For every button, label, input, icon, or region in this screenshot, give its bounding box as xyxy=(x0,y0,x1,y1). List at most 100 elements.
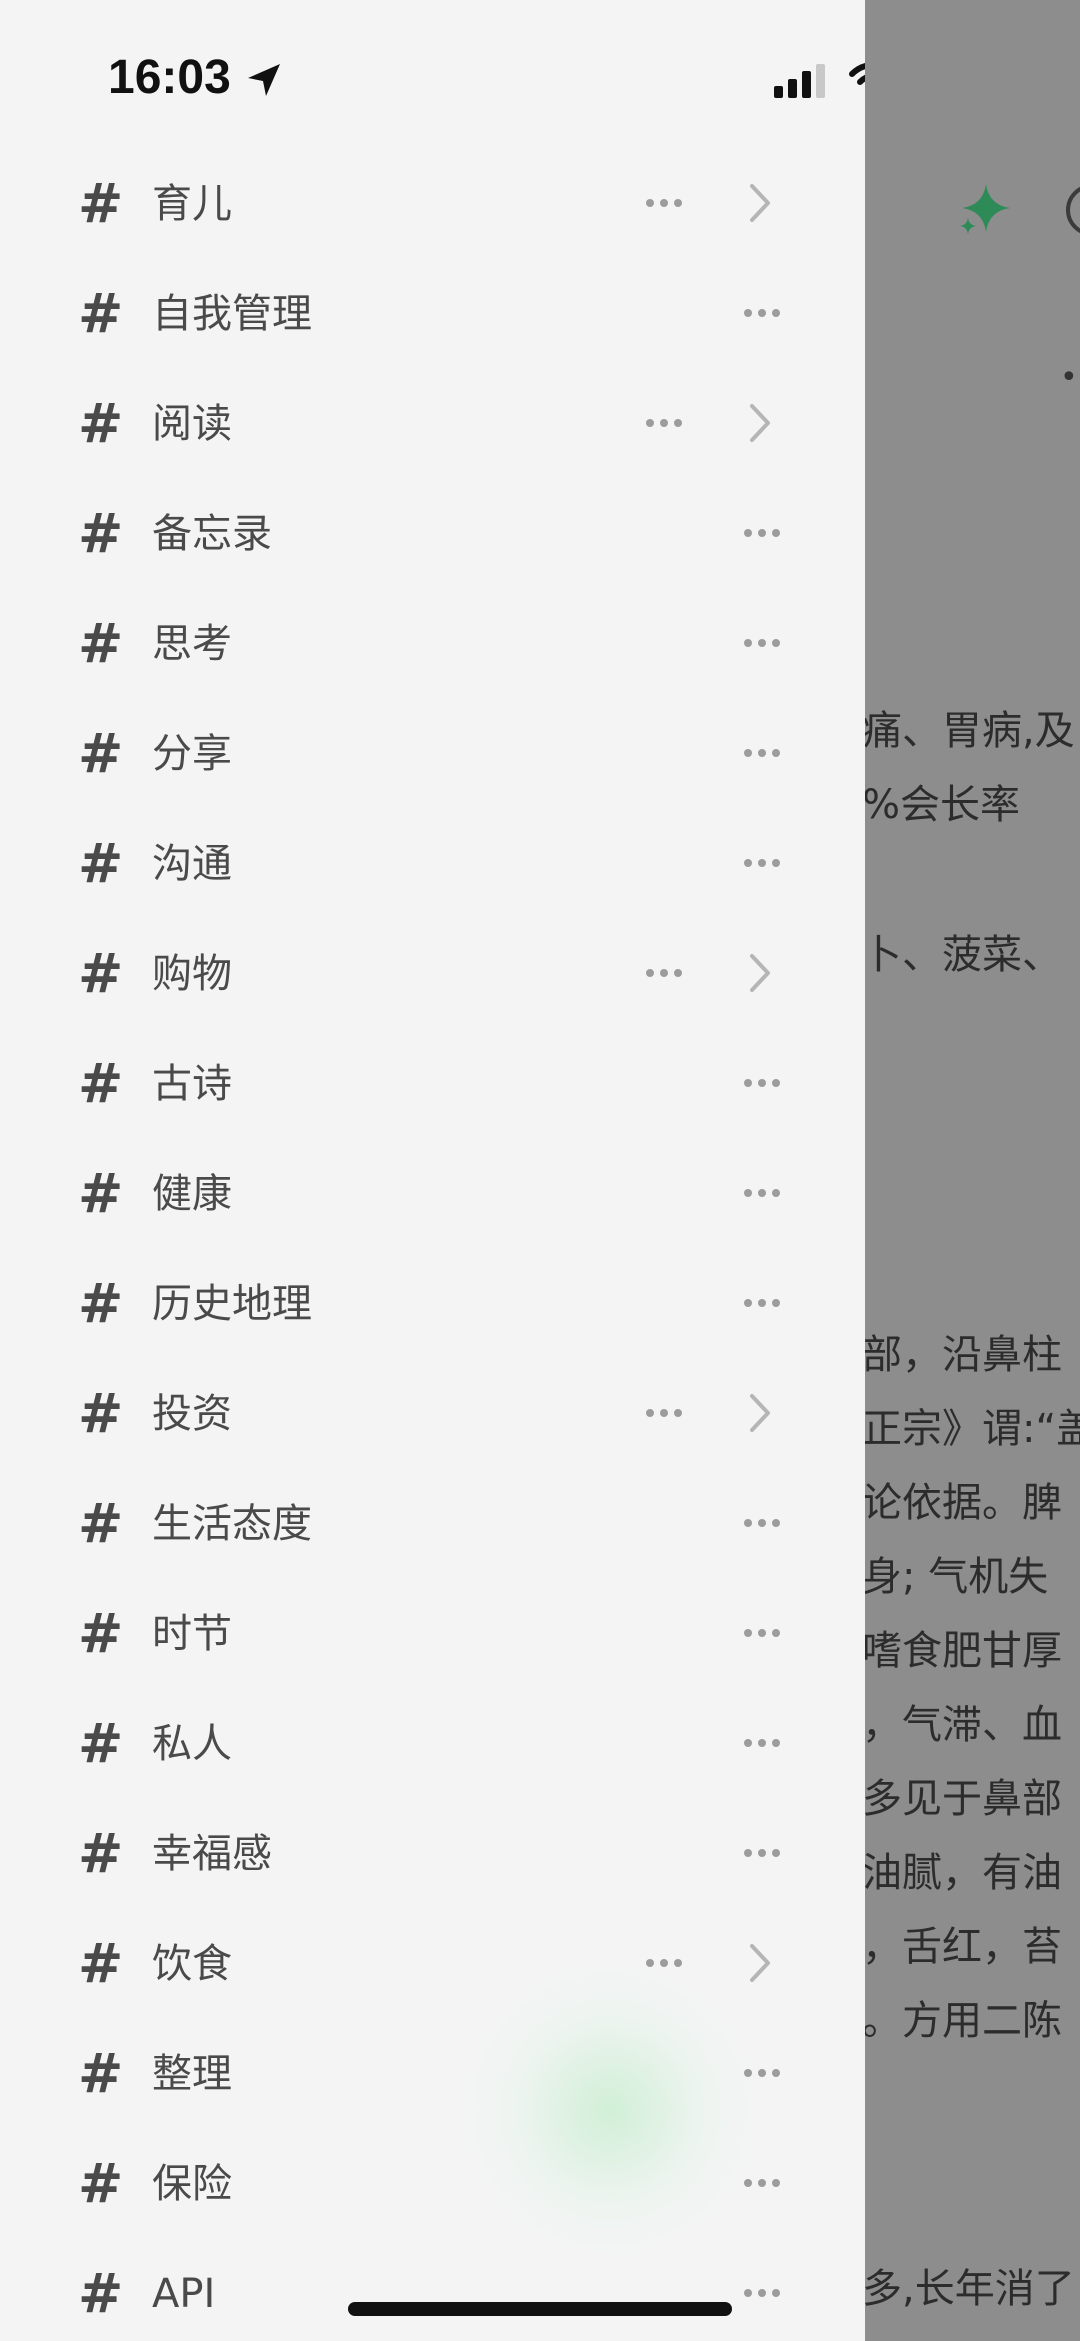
hashtag-icon: # xyxy=(78,722,124,785)
tag-label: 整理 xyxy=(152,2051,232,2097)
tag-item[interactable]: # 自我管理 xyxy=(0,260,865,370)
hashtag-icon: # xyxy=(78,1712,124,1775)
more-options-icon[interactable] xyxy=(740,1508,784,1538)
hashtag-icon: # xyxy=(78,1822,124,1885)
hashtag-icon: # xyxy=(78,1492,124,1555)
tag-item[interactable]: # API xyxy=(0,2240,865,2341)
tag-item[interactable]: # 历史地理 xyxy=(0,1250,865,1360)
hashtag-icon: # xyxy=(78,2262,124,2325)
more-options-icon[interactable] xyxy=(740,1618,784,1648)
background-text-line: 。方用二陈 xyxy=(862,1998,1062,2044)
more-options-icon[interactable] xyxy=(642,1948,686,1978)
location-arrow-icon xyxy=(248,64,280,96)
background-text-line: 正宗》谓:“盖 xyxy=(862,1406,1080,1452)
background-text-line: ，气滞、血 xyxy=(862,1702,1062,1748)
clock-icon xyxy=(1066,184,1080,236)
chevron-right-icon[interactable] xyxy=(746,400,774,446)
more-options-icon[interactable] xyxy=(740,298,784,328)
chevron-right-icon[interactable] xyxy=(746,1390,774,1436)
tag-item[interactable]: # 分享 xyxy=(0,700,865,810)
background-text-line: 身; 气机失 xyxy=(862,1554,1049,1600)
chevron-right-icon[interactable] xyxy=(746,950,774,996)
hashtag-icon: # xyxy=(78,2042,124,2105)
background-text-line: 部，沿鼻柱 xyxy=(862,1332,1062,1378)
more-options-icon[interactable] xyxy=(642,1398,686,1428)
more-options-icon[interactable] xyxy=(740,848,784,878)
background-text-line: %会长率 xyxy=(862,782,1021,828)
tag-item[interactable]: # 健康 xyxy=(0,1140,865,1250)
more-options-icon[interactable] xyxy=(740,2278,784,2308)
tag-item[interactable]: # 私人 xyxy=(0,1690,865,1800)
tag-label: 备忘录 xyxy=(152,511,272,557)
tag-label: 饮食 xyxy=(152,1941,232,1987)
tag-label: 健康 xyxy=(152,1171,232,1217)
hashtag-icon: # xyxy=(78,1272,124,1335)
tag-drawer: 16:03 83 #育儿#自我管理#阅读#备忘录#思考#分享#沟通#购物#古诗#… xyxy=(0,0,865,2341)
more-options-icon[interactable] xyxy=(740,1068,784,1098)
home-indicator xyxy=(348,2302,732,2316)
tag-label: 自我管理 xyxy=(152,291,312,337)
chevron-right-icon[interactable] xyxy=(746,1940,774,1986)
more-options-icon[interactable] xyxy=(740,518,784,548)
background-text-line: 多,长年消了 xyxy=(862,2266,1075,2312)
tag-label: 沟通 xyxy=(152,841,232,887)
hashtag-icon: # xyxy=(78,832,124,895)
background-text-line: 多见于鼻部 xyxy=(862,1776,1062,1822)
hashtag-icon: # xyxy=(78,2152,124,2215)
tag-label: 保险 xyxy=(152,2161,232,2207)
more-options-icon[interactable] xyxy=(740,2168,784,2198)
chevron-right-icon[interactable] xyxy=(746,180,774,226)
tag-label: 投资 xyxy=(152,1391,232,1437)
tag-label: 购物 xyxy=(152,951,232,997)
tag-item[interactable]: # 幸福感 xyxy=(0,1800,865,1910)
tag-label: 阅读 xyxy=(152,401,232,447)
wifi-icon xyxy=(849,63,865,85)
more-options-icon[interactable] xyxy=(740,628,784,658)
ai-sparkle-icon xyxy=(960,184,1010,234)
more-options-icon[interactable] xyxy=(740,1178,784,1208)
background-text-line: 卜、菠菜、 xyxy=(862,932,1062,978)
background-text-line: ，舌红，苔 xyxy=(862,1924,1062,1970)
more-options-icon[interactable] xyxy=(740,1728,784,1758)
tag-item[interactable]: # 思考 xyxy=(0,590,865,700)
tag-item[interactable]: # 保险 xyxy=(0,2130,865,2240)
tag-item[interactable]: # 投资 xyxy=(0,1360,865,1470)
background-text-line: 痛、胃病,及 xyxy=(862,708,1075,754)
more-options-icon[interactable] xyxy=(642,188,686,218)
hashtag-icon: # xyxy=(78,1382,124,1445)
more-options-icon[interactable] xyxy=(642,958,686,988)
hashtag-icon: # xyxy=(78,1602,124,1665)
tag-item[interactable]: # 时节 xyxy=(0,1580,865,1690)
tag-label: 古诗 xyxy=(152,1061,232,1107)
hashtag-icon: # xyxy=(78,942,124,1005)
tag-item[interactable]: # 备忘录 xyxy=(0,480,865,590)
hashtag-icon: # xyxy=(78,1162,124,1225)
tag-item[interactable]: # 生活态度 xyxy=(0,1470,865,1580)
tag-item[interactable]: # 饮食 xyxy=(0,1910,865,2020)
background-text-line: 论依据。脾 xyxy=(862,1480,1062,1526)
more-options-icon[interactable] xyxy=(740,1288,784,1318)
tag-label: 私人 xyxy=(152,1721,232,1767)
tag-item[interactable]: # 阅读 xyxy=(0,370,865,480)
tag-label: 思考 xyxy=(152,621,232,667)
more-options-icon[interactable] xyxy=(740,1838,784,1868)
cellular-signal-icon xyxy=(774,64,825,98)
tag-label: 育儿 xyxy=(152,181,232,227)
tag-item[interactable]: # 整理 xyxy=(0,2020,865,2130)
tag-label: 分享 xyxy=(152,731,232,777)
tag-label: 生活态度 xyxy=(152,1501,312,1547)
more-options-icon[interactable] xyxy=(740,2058,784,2088)
tag-item[interactable]: # 古诗 xyxy=(0,1030,865,1140)
hashtag-icon: # xyxy=(78,612,124,675)
tag-label: 历史地理 xyxy=(152,1281,312,1327)
hashtag-icon: # xyxy=(78,392,124,455)
tag-item[interactable]: # 沟通 xyxy=(0,810,865,920)
tag-item[interactable]: # 育儿 xyxy=(0,150,865,260)
more-options-icon[interactable] xyxy=(740,738,784,768)
background-text-line: 嗜食肥甘厚 xyxy=(862,1628,1062,1674)
status-time: 16:03 xyxy=(108,51,231,104)
hashtag-icon: # xyxy=(78,1052,124,1115)
more-options-icon[interactable] xyxy=(642,408,686,438)
tag-item[interactable]: # 购物 xyxy=(0,920,865,1030)
tag-label: API xyxy=(152,2271,216,2317)
